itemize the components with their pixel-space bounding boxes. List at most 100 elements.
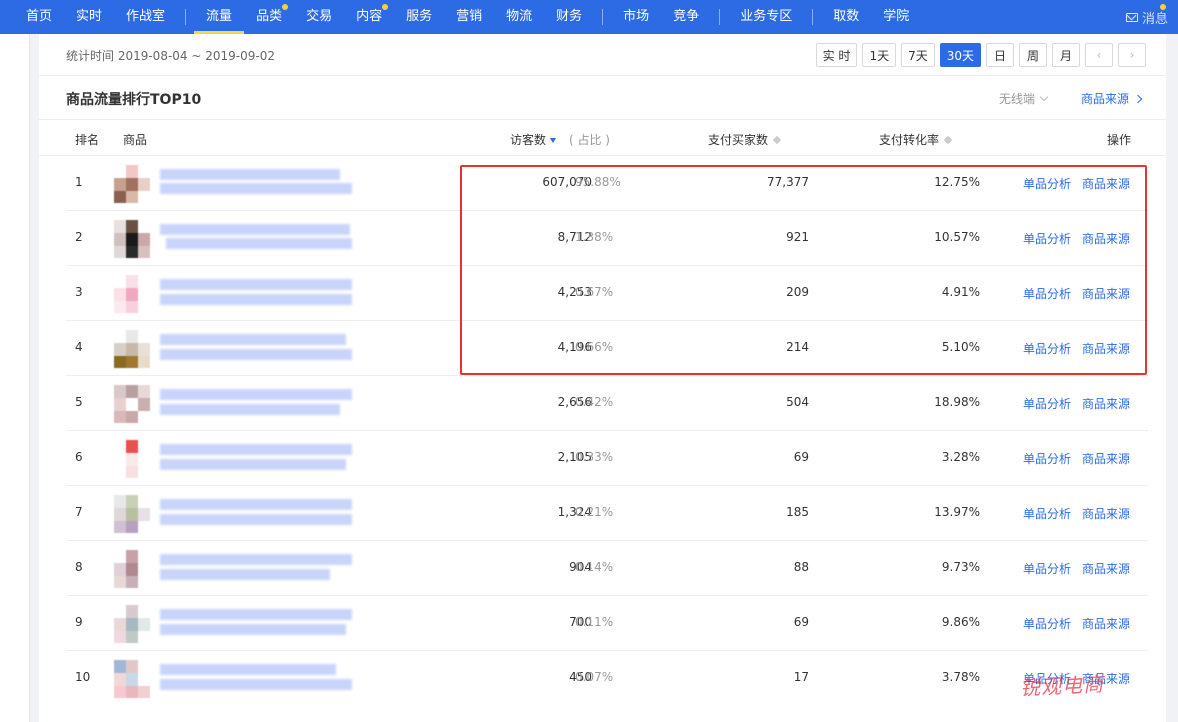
conversion-cell: 10.57% xyxy=(934,230,980,244)
nav-item[interactable]: 交易 xyxy=(294,0,344,34)
product-title-blurred xyxy=(160,224,354,254)
nav-item-label: 流量 xyxy=(206,9,233,24)
buyers-cell: 185 xyxy=(786,505,809,519)
product-thumbnail xyxy=(114,165,150,203)
range-button[interactable]: 周 xyxy=(1019,43,1047,67)
nav-item[interactable]: 首页 xyxy=(0,0,64,34)
item-analysis-link[interactable]: 单品分析 xyxy=(1023,615,1071,632)
nav-item-label: 服务 xyxy=(406,9,433,24)
header-buyers-label: 支付买家数 xyxy=(708,133,769,147)
product-title-blurred xyxy=(160,389,354,419)
nav-item-label: 业务专区 xyxy=(740,9,793,24)
device-select[interactable]: 无线端 xyxy=(999,90,1049,107)
nav-item-label: 内容 xyxy=(356,9,383,24)
rank-cell: 7 xyxy=(75,505,83,519)
product-source-link[interactable]: 商品来源 xyxy=(1081,90,1143,107)
product-thumbnail xyxy=(114,660,150,698)
messages-button[interactable]: 消息 xyxy=(1125,0,1168,34)
nav-item[interactable]: 服务 xyxy=(394,0,444,34)
header-product: 商品 xyxy=(123,133,148,147)
item-analysis-link[interactable]: 单品分析 xyxy=(1023,395,1071,412)
nav-item[interactable]: 取数 xyxy=(821,0,871,34)
buyers-cell: 69 xyxy=(793,450,809,464)
chevron-right-icon[interactable]: › xyxy=(1118,43,1146,67)
header-buyers[interactable]: 支付买家数 xyxy=(708,131,782,148)
table-row: 10 450 0.07% 17 3.78% 单品分析 商品来源 xyxy=(66,651,1148,706)
watermark-logo: 锐观电商 xyxy=(1019,671,1105,701)
item-analysis-link[interactable]: 单品分析 xyxy=(1023,450,1071,467)
nav-item[interactable]: 财务 xyxy=(544,0,594,34)
nav-divider xyxy=(602,9,604,25)
product-thumbnail xyxy=(114,440,150,478)
nav-item[interactable]: 实时 xyxy=(64,0,114,34)
share-cell: 95.88% xyxy=(575,175,621,189)
buyers-cell: 17 xyxy=(793,670,809,684)
nav-item[interactable]: 流量 xyxy=(194,0,245,34)
product-title-blurred xyxy=(160,169,354,199)
share-cell: 0.66% xyxy=(575,340,614,354)
item-analysis-link[interactable]: 单品分析 xyxy=(1023,560,1071,577)
nav-item[interactable]: 学院 xyxy=(871,0,921,34)
product-source-link[interactable]: 商品来源 xyxy=(1082,560,1130,577)
share-cell: 1.38% xyxy=(575,230,614,244)
header-visitors[interactable]: 访客数 xyxy=(510,131,557,148)
table-row: 5 2,656 0.42% 504 18.98% 单品分析 商品来源 xyxy=(66,376,1148,431)
share-cell: 0.67% xyxy=(575,285,614,299)
item-analysis-link[interactable]: 单品分析 xyxy=(1023,340,1071,357)
product-title-blurred xyxy=(160,499,354,529)
top-nav: 首页 实时 作战室 流量 品类 交易 内容 服务 营销 物流 财务 市场 竞争 业务专区 取数 学院 消息 xyxy=(0,0,1178,34)
conversion-cell: 18.98% xyxy=(934,395,980,409)
nav-item-label: 学院 xyxy=(883,9,910,24)
header-conversion[interactable]: 支付转化率 xyxy=(879,131,953,148)
nav-item[interactable]: 物流 xyxy=(494,0,544,34)
chevron-left-icon[interactable]: ‹ xyxy=(1085,43,1113,67)
left-sidebar xyxy=(0,34,30,722)
stat-bar: 统计时间 2019-08-04 ~ 2019-09-02 实 时 1天 7天 30天日… xyxy=(39,34,1166,76)
conversion-cell: 3.28% xyxy=(941,450,980,464)
range-button[interactable]: 7天 xyxy=(901,43,935,67)
buyers-cell: 504 xyxy=(786,395,809,409)
nav-item[interactable]: 作战室 xyxy=(114,0,177,34)
share-cell: 0.33% xyxy=(575,450,614,464)
sort-icon xyxy=(943,135,953,145)
nav-item[interactable]: 市场 xyxy=(611,0,661,34)
buyers-cell: 77,377 xyxy=(767,175,809,189)
range-button[interactable]: 30天 xyxy=(939,43,981,67)
share-cell: 0.42% xyxy=(575,395,614,409)
table-row: 8 904 0.14% 88 9.73% 单品分析 商品来源 xyxy=(66,541,1148,596)
conversion-cell: 13.97% xyxy=(934,505,980,519)
buyers-cell: 214 xyxy=(786,340,809,354)
main-card: 统计时间 2019-08-04 ~ 2019-09-02 实 时 1天 7天 30天日… xyxy=(39,34,1166,722)
range-button[interactable]: 1天 xyxy=(862,43,897,67)
range-button[interactable]: 月 xyxy=(1052,43,1080,67)
nav-item[interactable]: 营销 xyxy=(444,0,494,34)
product-source-link[interactable]: 商品来源 xyxy=(1082,615,1130,632)
product-source-link[interactable]: 商品来源 xyxy=(1082,395,1130,412)
rank-cell: 1 xyxy=(75,175,83,189)
product-source-link[interactable]: 商品来源 xyxy=(1082,340,1130,357)
product-source-link[interactable]: 商品来源 xyxy=(1082,230,1130,247)
item-analysis-link[interactable]: 单品分析 xyxy=(1023,230,1071,247)
range-button[interactable]: 实 时 xyxy=(815,43,858,67)
item-analysis-link[interactable]: 单品分析 xyxy=(1023,505,1071,522)
product-source-link[interactable]: 商品来源 xyxy=(1082,450,1130,467)
range-button[interactable]: 日 xyxy=(986,43,1014,67)
nav-item[interactable]: 业务专区 xyxy=(728,0,804,34)
product-thumbnail xyxy=(114,220,150,258)
product-source-link[interactable]: 商品来源 xyxy=(1082,505,1130,522)
range-buttons: 实 时 1天 7天 30天日周月 ‹ › xyxy=(811,43,1146,67)
product-source-link[interactable]: 商品来源 xyxy=(1082,285,1130,302)
nav-item[interactable]: 品类 xyxy=(244,0,294,34)
item-analysis-link[interactable]: 单品分析 xyxy=(1023,285,1071,302)
product-source-link[interactable]: 商品来源 xyxy=(1082,175,1130,192)
share-cell: 0.21% xyxy=(575,505,614,519)
messages-label: 消息 xyxy=(1141,11,1168,27)
header-action: 操作 xyxy=(1107,133,1132,147)
table-row: 7 1,324 0.21% 185 13.97% 单品分析 商品来源 xyxy=(66,486,1148,541)
nav-item[interactable]: 竞争 xyxy=(661,0,711,34)
nav-item[interactable]: 内容 xyxy=(344,0,394,34)
product-title-blurred xyxy=(160,444,354,474)
item-analysis-link[interactable]: 单品分析 xyxy=(1023,175,1071,192)
product-title-blurred xyxy=(160,664,354,694)
conversion-cell: 9.73% xyxy=(941,560,980,574)
